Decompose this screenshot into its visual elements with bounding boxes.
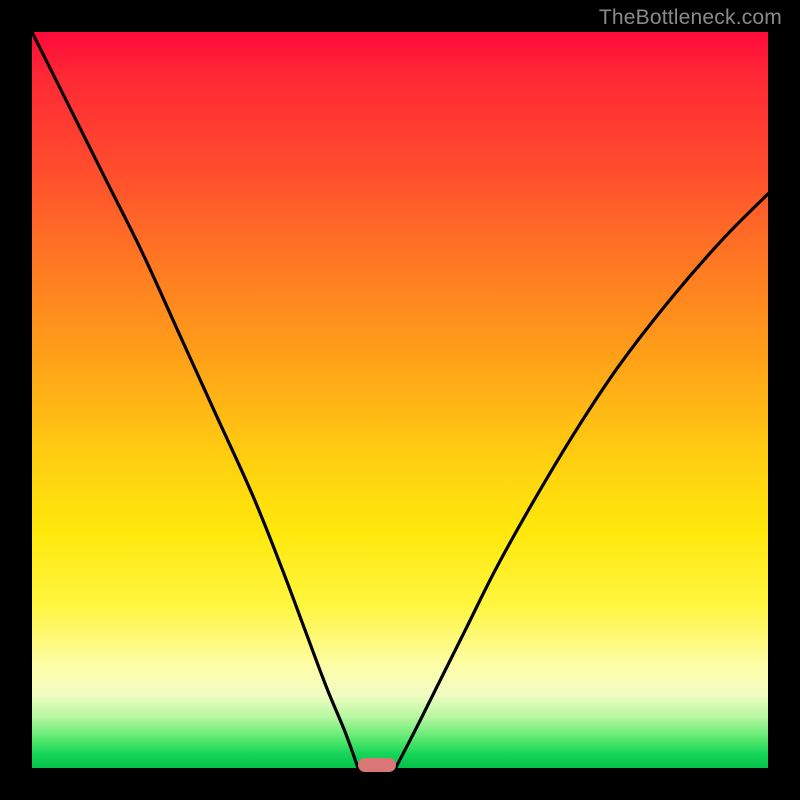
right-curve — [396, 194, 768, 768]
plot-area — [32, 32, 768, 768]
bottleneck-marker — [358, 758, 396, 772]
watermark-text: TheBottleneck.com — [599, 6, 782, 30]
curve-layer — [32, 32, 768, 768]
left-curve — [32, 32, 358, 768]
chart-frame: TheBottleneck.com — [0, 0, 800, 800]
